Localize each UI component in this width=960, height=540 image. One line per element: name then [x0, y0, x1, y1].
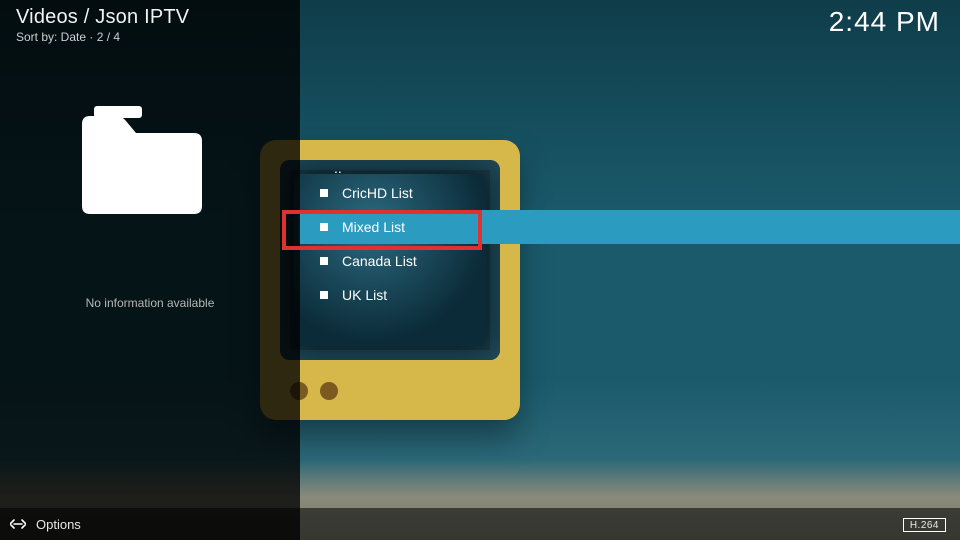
bullet-icon: [320, 257, 328, 265]
list-item[interactable]: Mixed List: [300, 210, 960, 244]
no-information-text: No information available: [50, 296, 250, 310]
options-button[interactable]: Options: [0, 516, 81, 532]
codec-badge: H.264: [903, 518, 946, 532]
list-item-label: Mixed List: [342, 219, 405, 235]
list-item-label: Canada List: [342, 253, 417, 269]
list-item[interactable]: CricHD List: [300, 176, 960, 210]
list-item-label: UK List: [342, 287, 387, 303]
list-item-label: CricHD List: [342, 185, 413, 201]
content-list: .. CricHD List Mixed List Canada List UK…: [300, 150, 960, 312]
list-item-label: ..: [334, 160, 342, 176]
footer-bar: Options H.264: [0, 508, 960, 540]
list-item[interactable]: UK List: [300, 278, 960, 312]
list-item-parent[interactable]: ..: [300, 150, 960, 176]
list-item[interactable]: Canada List: [300, 244, 960, 278]
info-sidebar: Videos / Json IPTV Sort by: Date · 2 / 4…: [0, 0, 300, 540]
clock: 2:44 PM: [829, 6, 940, 38]
bullet-icon: [320, 223, 328, 231]
folder-icon: [72, 96, 212, 216]
breadcrumb: Videos / Json IPTV: [16, 6, 189, 29]
sort-indicator: Sort by: Date · 2 / 4: [16, 30, 120, 44]
options-label: Options: [36, 517, 81, 532]
bullet-icon: [320, 189, 328, 197]
bullet-icon: [320, 291, 328, 299]
options-arrows-icon: [10, 516, 26, 532]
